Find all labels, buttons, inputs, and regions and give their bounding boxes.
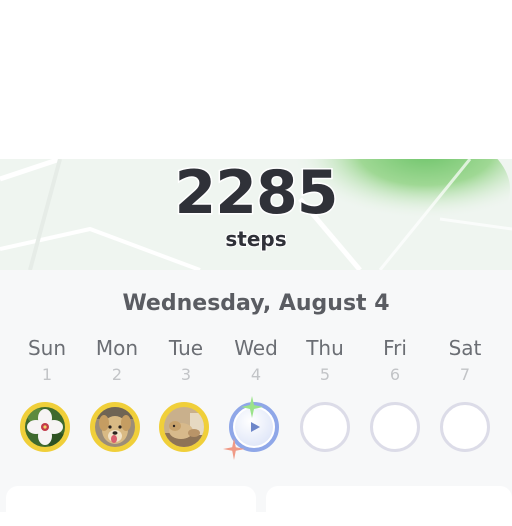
day-photo-sun[interactable] [20, 402, 70, 452]
dog-icon [95, 407, 135, 447]
day-name-sat: Sat [448, 336, 482, 360]
day-name-fri: Fri [383, 336, 407, 360]
day-number-3: 3 [180, 365, 192, 384]
day-name-thu: Thu [306, 336, 344, 360]
sparkle-icon [223, 438, 245, 460]
bottom-cards [0, 486, 512, 526]
day-number-6: 6 [389, 365, 401, 384]
day-name-mon: Mon [95, 336, 139, 360]
day-number-1: 1 [41, 365, 53, 384]
day-empty-fri[interactable] [370, 402, 420, 452]
day-photo-tue[interactable] [159, 402, 209, 452]
day-name-tue: Tue [168, 336, 204, 360]
sparkle-icon [241, 396, 263, 418]
summary-card-left[interactable] [6, 486, 256, 526]
steps-count: 2285 [173, 157, 340, 230]
hibiscus-flower-icon [25, 407, 65, 447]
day-number-2: 2 [111, 365, 123, 384]
day-today-wed[interactable] [223, 396, 279, 460]
day-name-sun: Sun [27, 336, 67, 360]
day-number-7: 7 [459, 365, 471, 384]
steps-label: steps [224, 226, 287, 252]
day-number-5: 5 [319, 365, 331, 384]
day-name-wed: Wed [234, 336, 278, 360]
day-empty-sat[interactable] [440, 402, 490, 452]
summary-card-right[interactable] [266, 486, 512, 526]
day-photo-mon[interactable] [90, 402, 140, 452]
top-blank-area [0, 0, 512, 159]
dog-icon [164, 407, 204, 447]
date-title: Wednesday, August 4 [122, 291, 390, 316]
day-number-4: 4 [250, 365, 262, 384]
day-empty-thu[interactable] [300, 402, 350, 452]
